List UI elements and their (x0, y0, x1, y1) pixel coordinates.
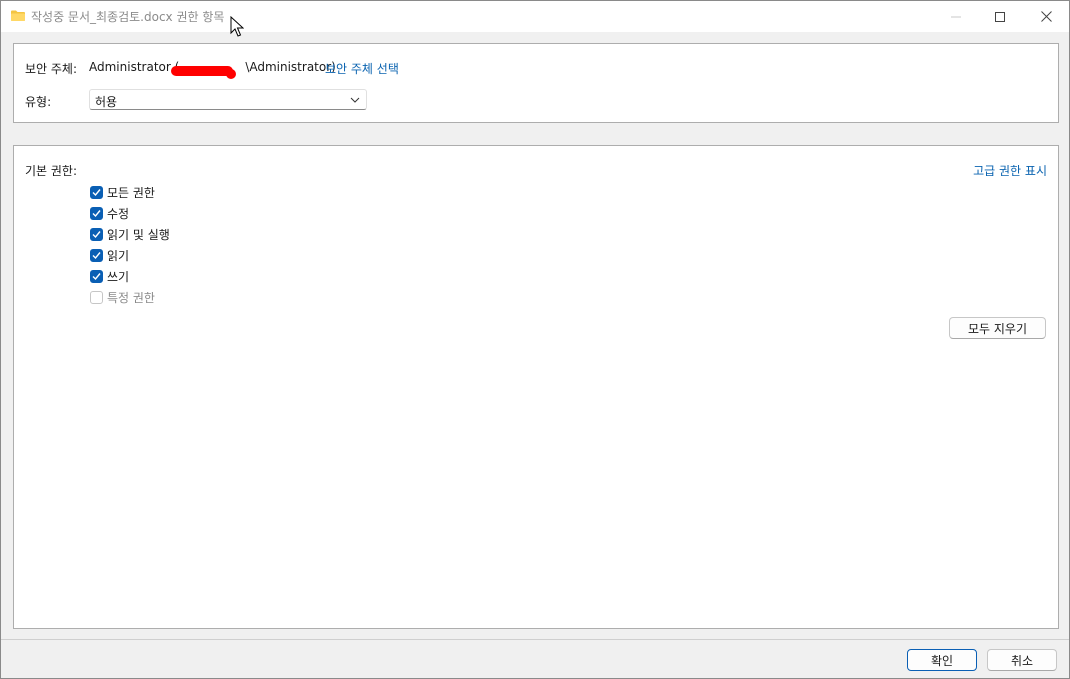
basic-permissions-panel: 기본 권한: 고급 권한 표시 모든 권한 수정 읽기 및 실행 읽기 쓰기 특… (13, 145, 1059, 629)
permission-entry-dialog: 작성중 문서_최종검토.docx 권한 항목 보안 주체: Administra… (0, 0, 1070, 679)
permission-label: 특정 권한 (107, 290, 155, 305)
ok-button[interactable]: 확인 (907, 649, 977, 671)
close-button[interactable] (1023, 1, 1069, 32)
redaction-mark-end (226, 69, 236, 79)
select-principal-link[interactable]: 보안 주체 선택 (325, 60, 399, 77)
checkbox-checked-icon[interactable] (90, 269, 103, 283)
chevron-down-icon (350, 97, 360, 103)
type-select[interactable]: 허용 (89, 89, 367, 110)
principal-label: 보안 주체: (25, 62, 78, 76)
checkbox-checked-icon[interactable] (90, 227, 103, 241)
permission-special: 특정 권한 (90, 289, 155, 305)
permission-label: 쓰기 (107, 269, 130, 284)
permission-label: 읽기 및 실행 (107, 227, 170, 242)
permission-label: 수정 (107, 206, 130, 221)
permission-full-control[interactable]: 모든 권한 (90, 184, 155, 200)
show-advanced-permissions-link[interactable]: 고급 권한 표시 (973, 162, 1047, 179)
basic-permissions-label: 기본 권한: (25, 164, 78, 178)
permission-read-execute[interactable]: 읽기 및 실행 (90, 226, 170, 242)
permission-label: 읽기 (107, 248, 130, 263)
redaction-mark (171, 66, 233, 76)
checkbox-checked-icon[interactable] (90, 185, 103, 199)
window-title: 작성중 문서_최종검토.docx 권한 항목 (31, 10, 225, 24)
minimize-button[interactable] (933, 1, 979, 32)
principal-panel: 보안 주체: Administrator ( \Administrator) 보안… (13, 43, 1059, 123)
clear-all-button[interactable]: 모두 지우기 (949, 317, 1046, 339)
principal-value-start: Administrator ( (89, 60, 180, 74)
title-bar[interactable]: 작성중 문서_최종검토.docx 권한 항목 (1, 1, 1069, 32)
minimize-icon (951, 16, 961, 17)
cancel-button[interactable]: 취소 (987, 649, 1057, 671)
maximize-icon (995, 11, 1005, 22)
checkbox-unchecked-icon (90, 290, 103, 304)
principal-value-end: \Administrator) (245, 60, 336, 74)
checkbox-checked-icon[interactable] (90, 248, 103, 262)
maximize-button[interactable] (977, 1, 1023, 32)
type-label: 유형: (25, 95, 52, 109)
folder-icon (11, 10, 25, 21)
permission-write[interactable]: 쓰기 (90, 268, 129, 284)
permission-modify[interactable]: 수정 (90, 205, 129, 221)
permission-read[interactable]: 읽기 (90, 247, 129, 263)
type-select-value: 허용 (95, 95, 118, 109)
checkbox-checked-icon[interactable] (90, 206, 103, 220)
footer-divider (1, 639, 1069, 640)
permission-label: 모든 권한 (107, 185, 155, 200)
mouse-cursor-icon (230, 16, 244, 37)
close-icon (1040, 11, 1052, 22)
